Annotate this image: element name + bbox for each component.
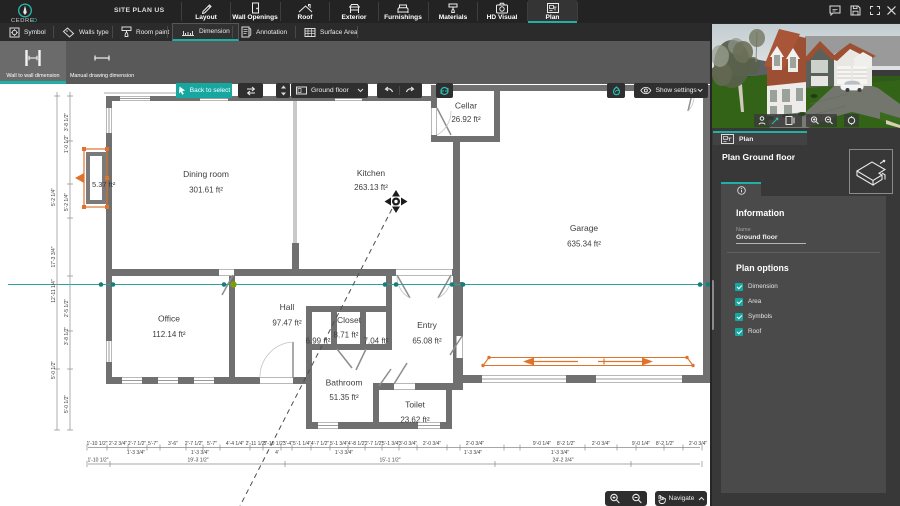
svg-text:65.08 ft²: 65.08 ft² [412, 337, 442, 346]
svg-text:3'-8 1/2": 3'-8 1/2" [64, 113, 70, 132]
svg-text:1'-3 3/4": 1'-3 3/4" [464, 450, 483, 456]
svg-text:112.14 ft²: 112.14 ft² [152, 330, 186, 339]
svg-text:5'-2 1/4": 5'-2 1/4" [64, 193, 70, 212]
svg-text:5.37 ft²: 5.37 ft² [92, 180, 116, 189]
svg-text:Toilet: Toilet [405, 400, 425, 410]
svg-text:2'-7 1/2": 2'-7 1/2" [365, 441, 384, 447]
svg-text:263.13 ft²: 263.13 ft² [354, 183, 388, 192]
svg-text:23.62 ft²: 23.62 ft² [400, 416, 430, 425]
svg-text:5'-2 1/4": 5'-2 1/4" [51, 188, 57, 207]
svg-text:9'-0 1/4": 9'-0 1/4" [533, 441, 552, 447]
svg-text:8'-2 1/2": 8'-2 1/2" [656, 441, 675, 447]
svg-text:1'-10 1/2": 1'-10 1/2" [86, 441, 107, 447]
svg-text:2'-2 3/4": 2'-2 3/4" [109, 441, 128, 447]
svg-text:1'-3 3/4": 1'-3 3/4" [335, 450, 354, 456]
svg-text:4'-7 1/2": 4'-7 1/2" [311, 441, 330, 447]
svg-text:3'-4": 3'-4" [283, 441, 293, 447]
svg-text:1'-3 3/4": 1'-3 3/4" [551, 450, 570, 456]
svg-text:4'-8 1/2": 4'-8 1/2" [348, 441, 367, 447]
svg-text:5'-7": 5'-7" [207, 441, 217, 447]
svg-text:2'-0 3/4": 2'-0 3/4" [592, 441, 611, 447]
svg-text:301.61 ft²: 301.61 ft² [189, 186, 223, 195]
svg-text:5'-1 3/4": 5'-1 3/4" [330, 441, 349, 447]
svg-text:2'-0 3/4": 2'-0 3/4" [689, 441, 708, 447]
svg-text:3'-0 3/4": 3'-0 3/4" [399, 441, 418, 447]
svg-text:26.92 ft²: 26.92 ft² [451, 115, 481, 124]
svg-text:9'-0 1/4": 9'-0 1/4" [632, 441, 651, 447]
svg-text:5'-7": 5'-7" [148, 441, 158, 447]
svg-text:Entry: Entry [417, 320, 438, 330]
svg-text:2'-7 1/2": 2'-7 1/2" [128, 441, 147, 447]
svg-text:1'-3 3/4": 1'-3 3/4" [127, 450, 146, 456]
svg-text:Bathroom: Bathroom [326, 378, 363, 388]
svg-text:6.99 ft²: 6.99 ft² [306, 337, 331, 346]
svg-text:Dining room: Dining room [183, 169, 229, 179]
svg-text:24'-2 3/4": 24'-2 3/4" [552, 458, 573, 464]
svg-text:5'-0 1/2": 5'-0 1/2" [51, 361, 57, 380]
svg-text:3'-8 1/2": 3'-8 1/2" [64, 327, 70, 346]
svg-text:4'-4 1/4": 4'-4 1/4" [226, 441, 245, 447]
svg-text:5'-0 1/2": 5'-0 1/2" [64, 395, 70, 414]
svg-text:Garage: Garage [570, 223, 599, 233]
svg-text:2'-5 1/2": 2'-5 1/2" [64, 299, 70, 318]
svg-text:8'-2 1/2": 8'-2 1/2" [557, 441, 576, 447]
svg-text:1'-0 1/2": 1'-0 1/2" [64, 135, 70, 154]
svg-text:15'-1 1/2": 15'-1 1/2" [379, 458, 400, 464]
svg-text:1'-10 1/2": 1'-10 1/2" [87, 458, 108, 464]
svg-text:97.47 ft²: 97.47 ft² [272, 319, 302, 328]
svg-text:2'-7 1/2": 2'-7 1/2" [185, 441, 204, 447]
svg-text:51.35 ft²: 51.35 ft² [329, 393, 359, 402]
svg-text:19'-3 1/2": 19'-3 1/2" [187, 458, 208, 464]
svg-text:7.04 ft²: 7.04 ft² [364, 337, 389, 346]
svg-text:17'-3 3/4": 17'-3 3/4" [51, 246, 57, 267]
svg-text:12'-11 1/4": 12'-11 1/4" [51, 279, 57, 303]
svg-text:8.71 ft²: 8.71 ft² [334, 331, 359, 340]
svg-text:635.34 ft²: 635.34 ft² [567, 240, 601, 249]
svg-text:5'-1 3/4": 5'-1 3/4" [382, 441, 401, 447]
svg-text:Cellar: Cellar [455, 101, 477, 111]
svg-text:4': 4' [275, 450, 279, 456]
svg-text:Office: Office [158, 314, 180, 324]
svg-text:2'-0 3/4": 2'-0 3/4" [423, 441, 442, 447]
svg-text:2'-0 3/4": 2'-0 3/4" [466, 441, 485, 447]
svg-text:Kitchen: Kitchen [357, 168, 386, 178]
svg-text:Hall: Hall [280, 302, 295, 312]
svg-text:3'-6": 3'-6" [168, 441, 178, 447]
svg-text:5'-10 1/2": 5'-10 1/2" [263, 441, 284, 447]
svg-text:5'-1 1/4": 5'-1 1/4" [293, 441, 312, 447]
svg-text:1'-3 3/4": 1'-3 3/4" [191, 450, 210, 456]
svg-text:Closet: Closet [337, 315, 362, 325]
